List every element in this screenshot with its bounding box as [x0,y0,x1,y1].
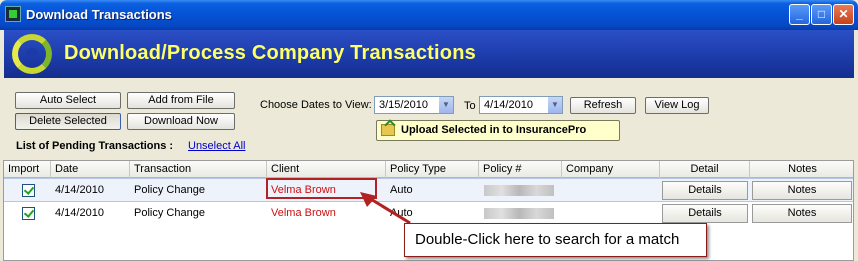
column-header-notes[interactable]: Notes [750,161,853,178]
row-company [562,202,566,224]
download-now-button[interactable]: Download Now [127,113,235,130]
upload-label: Upload Selected in to InsurancePro [401,124,587,136]
column-header-detail[interactable]: Detail [660,161,750,178]
row-transaction: Policy Change [134,207,205,219]
date-from-value: 3/15/2010 [379,99,428,111]
banner-title: Download/Process Company Transactions [64,42,476,64]
delete-selected-button[interactable]: Delete Selected [15,113,121,130]
row-date: 4/14/2010 [55,184,104,196]
details-button[interactable]: Details [662,181,748,200]
date-from-picker[interactable]: 3/15/2010 ▼ [374,96,454,114]
view-log-button[interactable]: View Log [645,97,709,114]
to-label: To [464,100,476,112]
refresh-cycle-icon [12,34,52,74]
title-bar: Download Transactions _ □ ✕ [0,0,858,30]
column-header-company[interactable]: Company [562,161,660,178]
chevron-down-icon[interactable]: ▼ [438,97,453,113]
header-banner: Download/Process Company Transactions [4,30,854,78]
folder-upload-icon [381,124,395,136]
notes-button[interactable]: Notes [752,204,852,223]
close-button[interactable]: ✕ [833,4,854,25]
auto-select-button[interactable]: Auto Select [15,92,121,109]
unselect-all-link[interactable]: Unselect All [188,140,245,152]
pending-transactions-label: List of Pending Transactions : [16,140,174,152]
date-to-value: 4/14/2010 [484,99,533,111]
chevron-down-icon[interactable]: ▼ [547,97,562,113]
policy-number-redacted [484,208,554,219]
table-row[interactable]: 4/14/2010 Policy Change Velma Brown Auto… [4,178,853,202]
row-date: 4/14/2010 [55,207,104,219]
maximize-button[interactable]: □ [811,4,832,25]
upload-selected-button[interactable]: Upload Selected in to InsurancePro [376,120,620,141]
row-transaction: Policy Change [134,184,205,196]
refresh-button[interactable]: Refresh [570,97,636,114]
callout-tooltip: Double-Click here to search for a match [404,223,707,257]
import-checkbox[interactable] [22,184,35,197]
download-transactions-window: Download Transactions _ □ ✕ Download/Pro… [0,0,858,261]
app-icon [5,6,21,22]
policy-number-redacted [484,185,554,196]
window-title: Download Transactions [26,7,172,22]
import-checkbox[interactable] [22,207,35,220]
add-from-file-button[interactable]: Add from File [127,92,235,109]
grid-header: Import Date Transaction Client Policy Ty… [4,161,853,178]
row-client[interactable]: Velma Brown [267,202,336,224]
minimize-button[interactable]: _ [789,4,810,25]
column-header-policy-type[interactable]: Policy Type [386,161,479,178]
column-header-transaction[interactable]: Transaction [130,161,267,178]
notes-button[interactable]: Notes [752,181,852,200]
row-company [562,179,566,201]
choose-dates-label: Choose Dates to View: [260,99,372,111]
details-button[interactable]: Details [662,204,748,223]
column-header-policy-number[interactable]: Policy # [479,161,562,178]
column-header-import[interactable]: Import [4,161,51,178]
date-to-picker[interactable]: 4/14/2010 ▼ [479,96,563,114]
column-header-client[interactable]: Client [267,161,386,178]
column-header-date[interactable]: Date [51,161,130,178]
